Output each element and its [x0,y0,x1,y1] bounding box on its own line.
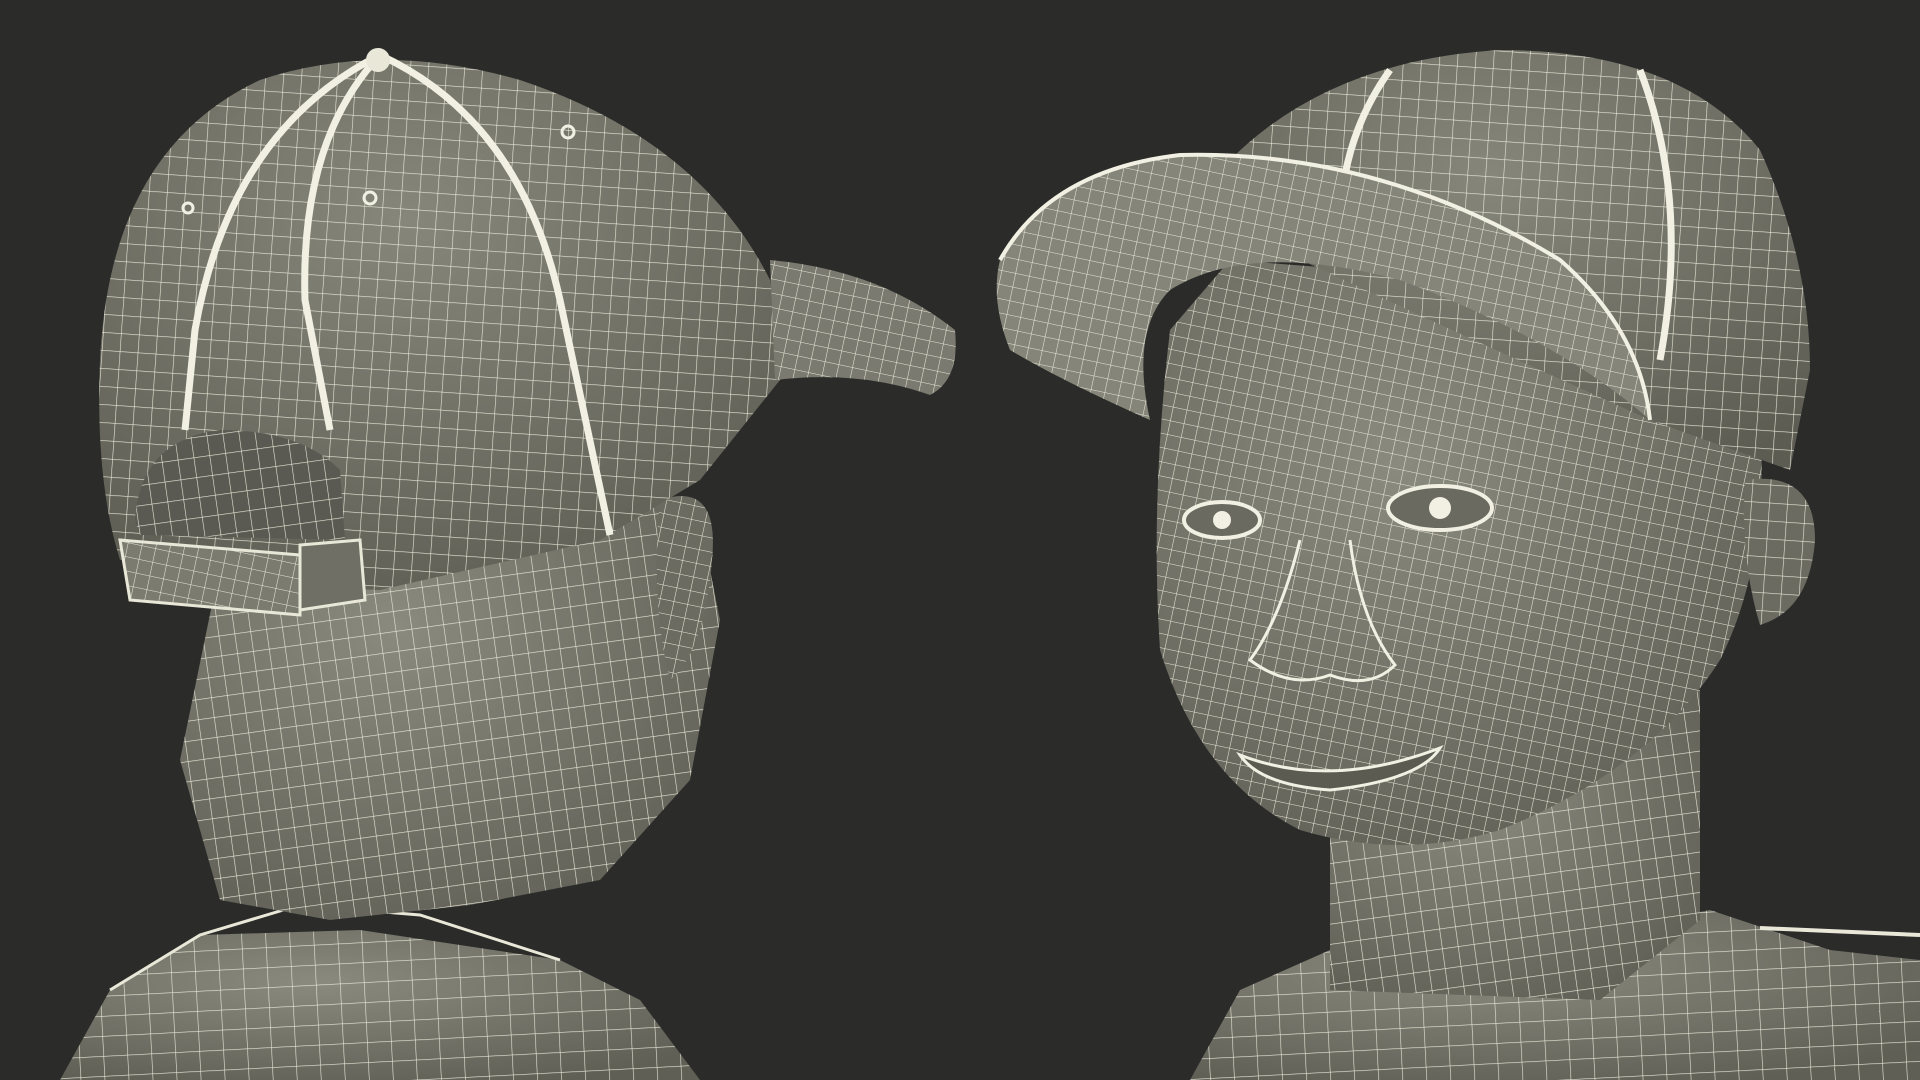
back-view-shirt [60,903,700,1080]
front-view-figure [996,50,1920,1080]
back-view-cap [99,48,956,617]
back-view-figure [60,48,956,1080]
front-view-ear [1744,478,1815,625]
render-viewport [0,0,1920,1080]
wireframe-render [60,48,1920,1080]
